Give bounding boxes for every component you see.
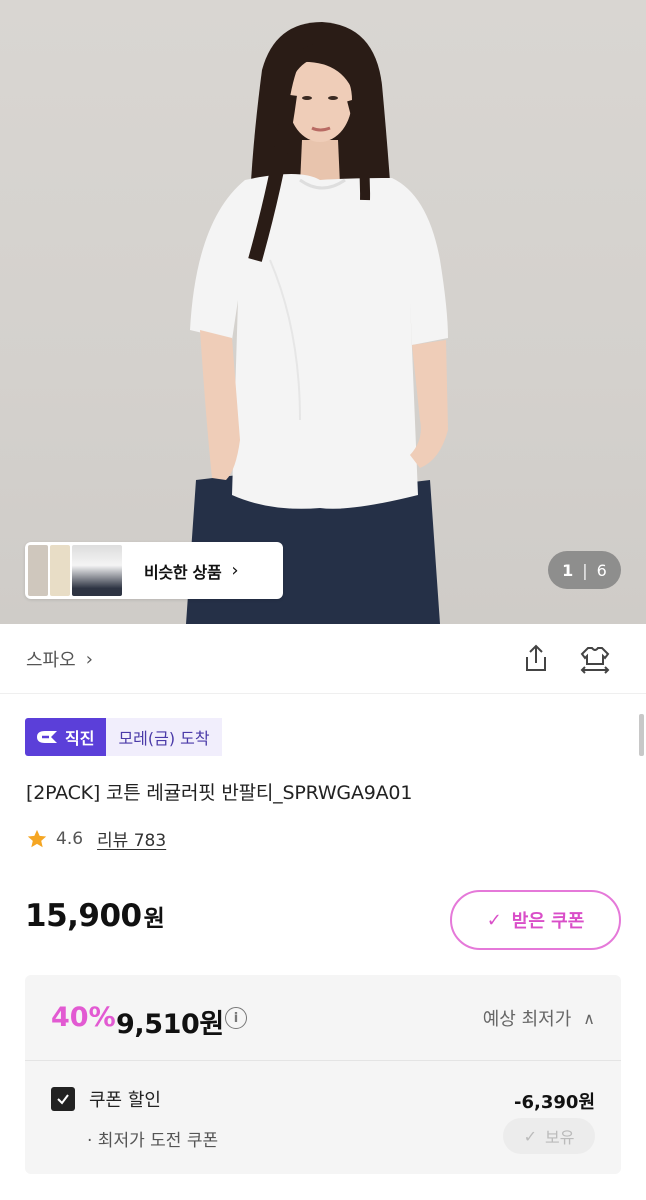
counter-divider: | <box>582 560 588 580</box>
final-price: 9,510원 <box>116 1009 224 1040</box>
expected-lowest-toggle[interactable]: 예상 최저가 ∧ <box>483 1005 595 1031</box>
image-counter: 1 | 6 <box>548 551 621 589</box>
owned-coupon-button[interactable]: ✓ 보유 <box>503 1118 595 1154</box>
coupon-discount-checkbox[interactable] <box>51 1087 75 1111</box>
rating-row: 4.6 리뷰 783 <box>26 826 166 851</box>
owned-label: 보유 <box>544 1128 575 1147</box>
size-compare-icon[interactable] <box>578 642 612 676</box>
received-coupon-label: 받은 쿠폰 <box>511 911 585 932</box>
chevron-right-icon: › <box>85 648 93 670</box>
image-counter-total: 6 <box>596 560 607 580</box>
info-icon[interactable]: i <box>225 1007 247 1029</box>
product-image-carousel[interactable]: 비슷한 상품 › 1 | 6 <box>0 0 646 624</box>
coupon-discount-amount: -6,390원 <box>514 1092 595 1113</box>
similar-products-button[interactable]: 비슷한 상품 › <box>25 542 283 599</box>
brand-link[interactable]: 스파오 › <box>26 646 93 672</box>
similar-products-label: 비슷한 상품 <box>144 562 222 582</box>
arrival-date-badge: 모레(금) 도착 <box>106 718 222 756</box>
coupon-discount-label: 쿠폰 할인 <box>89 1090 161 1111</box>
discount-summary: 40% 9,510원 i 예상 최저가 ∧ 쿠폰 할인 -6,390원 · 최저… <box>25 975 621 1174</box>
similar-thumbnails <box>28 545 122 596</box>
brand-bar: 스파오 › <box>0 624 646 694</box>
brand-name: 스파오 <box>26 650 76 671</box>
delivery-badges: 직진 모레(금) 도착 <box>25 718 222 756</box>
rating-score: 4.6 <box>56 828 84 849</box>
product-title: [2PACK] 코튼 레귤러핏 반팔티_SPRWGA9A01 <box>26 782 413 804</box>
share-icon[interactable] <box>519 642 553 676</box>
chevron-up-icon: ∧ <box>583 1008 595 1028</box>
direct-delivery-label: 직진 <box>65 729 95 748</box>
product-photo <box>186 22 448 624</box>
check-icon: ✓ <box>486 909 502 931</box>
coupon-discount-row: 쿠폰 할인 <box>51 1086 161 1112</box>
checkmark-icon <box>57 1094 69 1105</box>
expected-lowest-label: 예상 최저가 <box>482 1009 572 1030</box>
check-icon: ✓ <box>523 1126 537 1146</box>
price-value: 15,900 <box>25 898 142 934</box>
discount-percent: 40% <box>51 1002 116 1033</box>
review-link[interactable]: 리뷰 783 <box>97 826 166 851</box>
received-coupon-button[interactable]: ✓ 받은 쿠폰 <box>450 890 621 950</box>
direct-delivery-badge: 직진 <box>25 718 107 756</box>
chevron-right-icon: › <box>231 560 239 581</box>
lowest-challenge-coupon-label: · 최저가 도전 쿠폰 <box>87 1131 219 1151</box>
star-icon <box>27 829 47 847</box>
price-unit: 원 <box>143 906 165 932</box>
lowest-price-header[interactable]: 40% 9,510원 i 예상 최저가 ∧ <box>25 975 621 1061</box>
fast-delivery-icon <box>37 731 57 743</box>
image-counter-current: 1 <box>562 560 574 580</box>
scrollbar-indicator[interactable] <box>639 714 644 756</box>
original-price: 15,900원 <box>25 898 165 934</box>
